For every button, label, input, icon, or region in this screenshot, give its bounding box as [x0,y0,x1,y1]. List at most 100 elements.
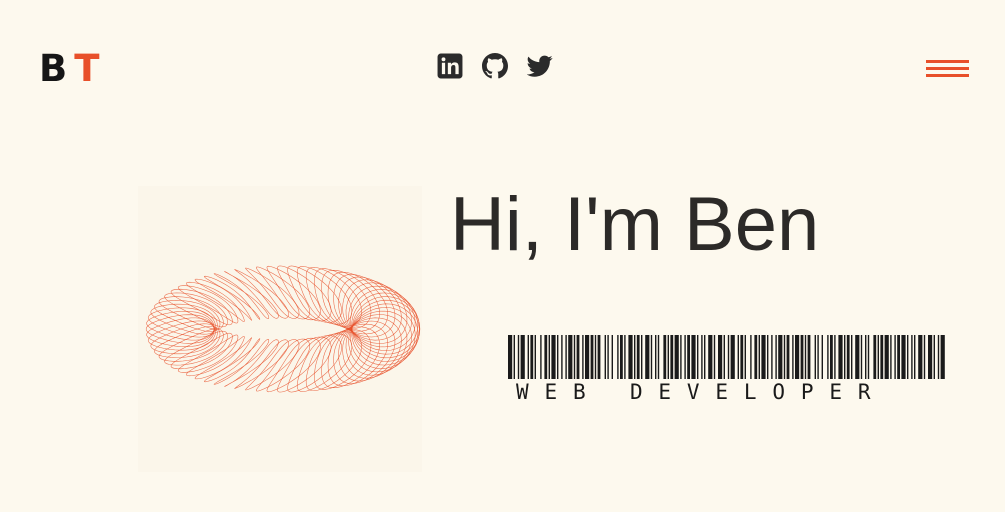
barcode-bar [940,335,945,379]
torus-line [164,330,228,366]
barcode-bar [590,335,594,379]
barcode-bar [834,335,836,379]
barcode-bar [867,335,870,379]
barcode-bar [680,335,682,379]
barcode-bar [530,335,534,379]
barcode-bar [513,335,515,379]
barcode-bar [761,335,766,379]
barcode-bar [800,335,804,379]
barcode-bar [795,335,800,379]
torus-line [287,335,342,393]
barcode-bar [517,335,520,379]
barcode-bar [786,335,790,379]
barcode-bar [901,335,906,379]
barcode-caption: W E B D E V E L O P E R [516,380,873,404]
logo-letter-t: T [74,47,101,90]
barcode-bar [767,335,769,379]
barcode-bar [628,335,633,379]
barcode-bar [897,335,900,379]
barcode-bar [907,335,909,379]
barcode-bar [650,335,653,379]
barcode-bar [561,335,563,379]
barcode-bar [597,335,601,379]
barcode-bar [933,335,935,379]
barcode-bar [636,335,640,379]
barcode-bar [880,335,884,379]
barcode-bar [582,335,584,379]
barcode-bar [540,335,542,379]
torus-line [350,289,419,355]
barcode-bar [860,335,863,379]
barcode-bar [697,335,699,379]
barcode-bar [718,335,723,379]
torus-line [287,265,342,323]
barcode-bar [783,335,786,379]
torus-line [351,296,421,362]
barcode-bar [611,335,613,379]
barcode-bar [568,335,573,379]
barcode-bar [704,335,706,379]
barcode-bar [827,335,829,379]
barcode-bar [670,335,674,379]
barcode-bar [830,335,833,379]
barcode-bar [667,335,669,379]
barcode-bar [754,335,758,379]
site-logo[interactable]: BT [39,50,100,87]
github-icon[interactable] [482,53,508,79]
barcode-bar [844,335,846,379]
barcode-bar [634,335,636,379]
barcode-bar [914,335,916,379]
torus-line [224,339,279,387]
torus-line [224,271,279,319]
torus-illustration [138,186,422,472]
hamburger-menu-icon[interactable] [926,59,969,79]
twitter-icon[interactable] [527,53,553,79]
barcode-bar [573,335,576,379]
hero-title: Hi, I'm Ben [450,182,820,267]
barcode-bar [557,335,559,379]
barcode-bar [792,335,794,379]
torus-line [147,320,216,351]
barcode-bar [937,335,940,379]
barcode-bar [865,335,867,379]
barcode-bar [928,335,933,379]
barcode-bar [607,335,609,379]
torus-line [350,303,419,369]
social-links [437,53,553,79]
torus-line [213,273,270,319]
torus-line [277,336,332,393]
barcode-bar [620,335,623,379]
torus-line [277,265,332,322]
barcode-bar [727,335,730,379]
barcode-bar [544,335,548,379]
barcode-graphic [508,335,945,379]
barcode-bar [740,335,744,379]
barcode-bar [778,335,783,379]
barcode-bar [604,335,606,379]
barcode-bar [877,335,879,379]
barcode-bar [771,335,773,379]
barcode-bar [687,335,690,379]
barcode-bar [723,335,725,379]
barcode-bar [814,335,816,379]
barcode-bar [855,335,860,379]
barcode-bar [691,335,696,379]
barcode-bar [576,335,580,379]
barcode-bar [708,335,713,379]
barcode-bar [821,335,823,379]
torus-line [147,307,216,338]
barcode-bar [585,335,590,379]
torus-line [150,323,218,355]
barcode-bar [884,335,889,379]
barcode-bar [534,335,536,379]
logo-letter-b: B [39,47,69,90]
barcode-bar [923,335,926,379]
barcode-bar [911,335,913,379]
barcode-bar [684,335,686,379]
barcode-bar [674,335,679,379]
linkedin-icon[interactable] [437,53,463,79]
barcode-bar [565,335,567,379]
barcode-bar [851,335,853,379]
barcode-bar [548,335,550,379]
barcode-bar [645,335,650,379]
